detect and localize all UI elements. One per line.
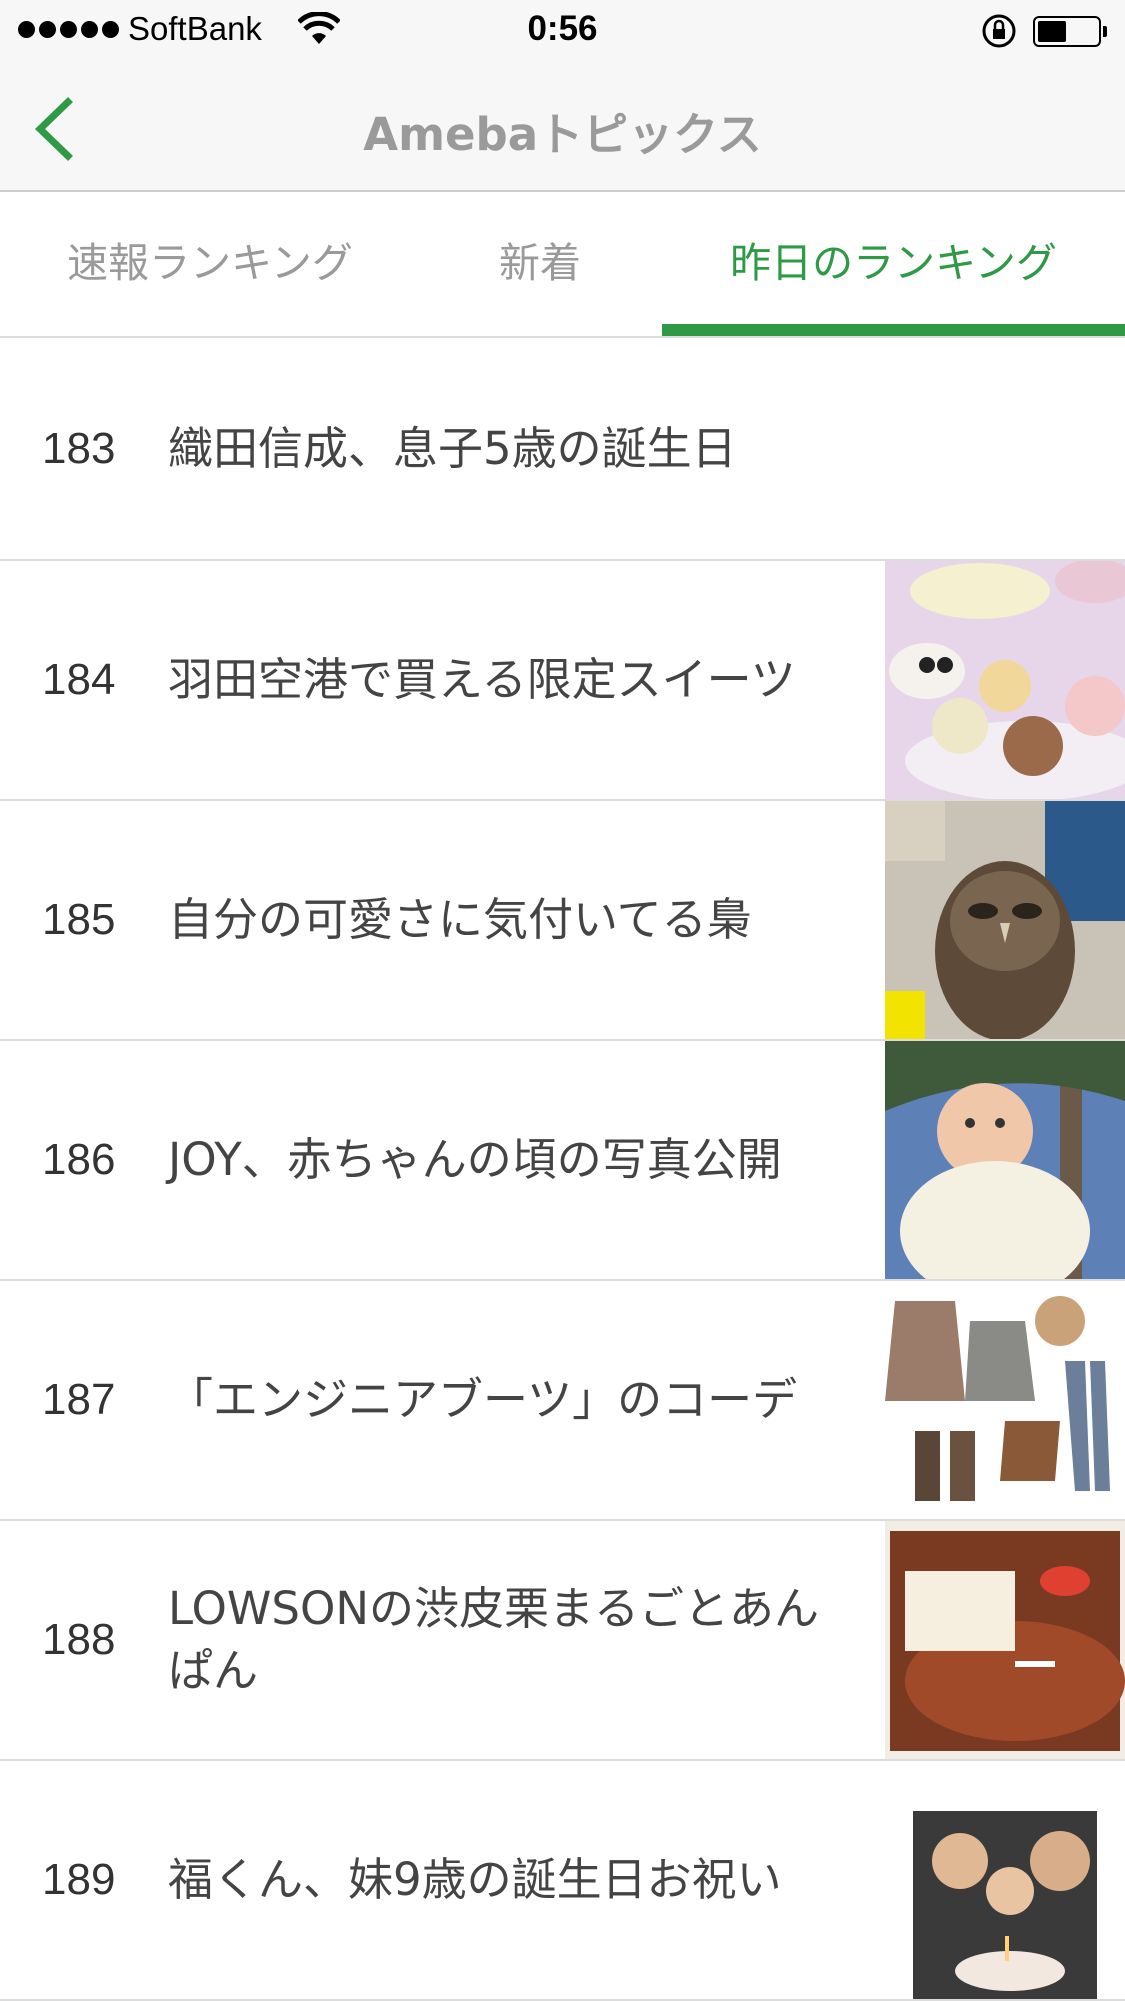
bread-thumbnail (885, 1521, 1125, 1759)
navigation-bar: Amebaトピックス (0, 64, 1125, 192)
topic-title: 自分の可愛さに気付いてる梟 (168, 893, 752, 946)
topic-title: 福くん、妹9歳の誕生日お祝い (168, 1853, 782, 1906)
rank-number: 187 (42, 1375, 116, 1424)
selected-tab-indicator (662, 324, 1125, 336)
birthday-thumbnail (885, 1761, 1125, 1999)
status-bar: SoftBank 0:56 (0, 0, 1125, 64)
rotation-lock-icon (982, 14, 1016, 48)
clock: 0:56 (527, 9, 598, 48)
tab-breaking-ranking[interactable]: 速報ランキング (0, 193, 420, 336)
baby-thumbnail (885, 1041, 1125, 1279)
rank-number: 183 (42, 423, 116, 473)
rank-number: 184 (42, 655, 116, 704)
topic-title: LOWSONの渋皮栗まるごとあんぱん (168, 1582, 820, 1697)
macarons-thumbnail (885, 561, 1125, 799)
tab-bar: 速報ランキング 新着 昨日のランキング (0, 193, 1125, 338)
fashion-thumbnail (885, 1281, 1125, 1519)
rank-number: 189 (42, 1855, 116, 1904)
list-item[interactable]: 187 「エンジニアブーツ」のコーデ (0, 1281, 1125, 1521)
rank-number: 188 (42, 1615, 116, 1664)
list-item[interactable]: 188 LOWSONの渋皮栗まるごとあんぱん (0, 1521, 1125, 1761)
tab-yesterday-ranking[interactable]: 昨日のランキング (662, 193, 1125, 336)
list-item[interactable]: 185 自分の可愛さに気付いてる梟 (0, 801, 1125, 1041)
rank-number: 185 (42, 895, 116, 944)
topic-list: 183 織田信成、息子5歳の誕生日 184 羽田空港で買える限定スイーツ 185… (0, 338, 1125, 2001)
list-item[interactable]: 184 羽田空港で買える限定スイーツ (0, 561, 1125, 801)
list-item[interactable]: 189 福くん、妹9歳の誕生日お祝い (0, 1761, 1125, 2001)
topic-title: 「エンジニアブーツ」のコーデ (168, 1373, 798, 1426)
topic-title: 羽田空港で買える限定スイーツ (168, 653, 796, 706)
list-item[interactable]: 183 織田信成、息子5歳の誕生日 (0, 338, 1125, 561)
page-title: Amebaトピックス (363, 108, 762, 161)
owl-thumbnail (885, 801, 1125, 1039)
topic-title: JOY、赤ちゃんの頃の写真公開 (168, 1133, 782, 1186)
rank-number: 186 (42, 1135, 116, 1184)
list-item[interactable]: 186 JOY、赤ちゃんの頃の写真公開 (0, 1041, 1125, 1281)
battery-icon (1033, 16, 1107, 47)
topic-title: 織田信成、息子5歳の誕生日 (168, 421, 737, 475)
tab-new[interactable]: 新着 (420, 193, 660, 336)
